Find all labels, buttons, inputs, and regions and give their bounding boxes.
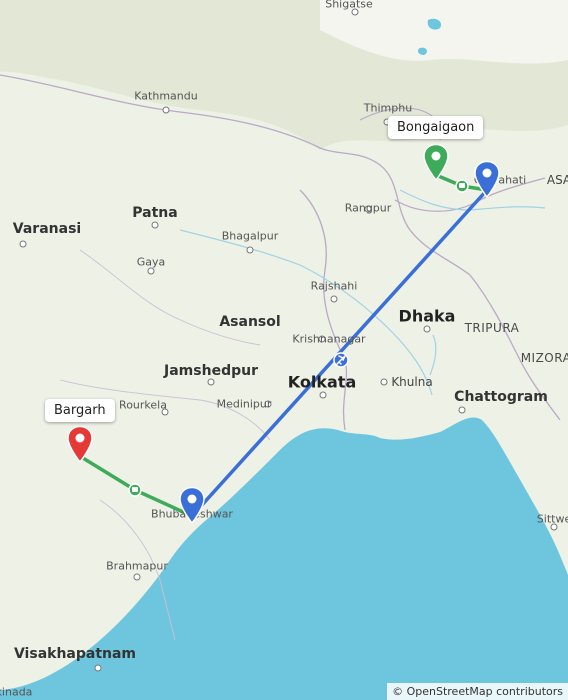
- destination-callout[interactable]: Bongaigaon: [388, 116, 484, 139]
- city-dot: [162, 106, 170, 114]
- map-pin-red-icon[interactable]: [66, 425, 94, 463]
- place-label-bhagalpur: Bhagalpur: [221, 229, 279, 243]
- region-label-mizoram: MIZORA: [520, 351, 568, 365]
- city-dot: [423, 325, 431, 333]
- place-label-kolkata: Kolkata: [287, 372, 357, 392]
- map-base-layer: [0, 0, 568, 700]
- airplane-icon[interactable]: [333, 352, 349, 368]
- city-dot: [151, 221, 159, 229]
- place-label-rajshahi: Rajshahi: [310, 279, 358, 293]
- place-label-thimphu: Thimphu: [363, 101, 413, 115]
- place-label-shigatse: Shigatse: [325, 0, 373, 11]
- place-label-asansol: Asansol: [219, 314, 281, 330]
- train-icon[interactable]: [455, 179, 469, 193]
- city-dot: [207, 378, 215, 386]
- place-label-medinipur: Medinipur: [216, 397, 272, 411]
- place-label-kakinada: kinada: [0, 685, 33, 699]
- state-border: [79, 249, 261, 346]
- train-icon[interactable]: [128, 483, 142, 497]
- place-label-jamshedpur: Jamshedpur: [164, 363, 258, 379]
- map-canvas[interactable]: Shigatse Kathmandu Thimphu Guwahati ASA …: [0, 0, 568, 700]
- city-dot: [19, 240, 27, 248]
- map-pin-blue-icon[interactable]: [178, 486, 206, 524]
- place-label-gaya: Gaya: [136, 255, 166, 269]
- city-dot: [319, 391, 327, 399]
- place-label-rourkela: Rourkela: [119, 398, 167, 412]
- place-label-krishnanagar: Krishnanagar: [292, 332, 366, 346]
- city-dot: [458, 406, 466, 414]
- place-label-rangpur: Rangpur: [344, 201, 392, 215]
- place-label-patna: Patna: [132, 205, 178, 221]
- city-dot: [330, 295, 338, 303]
- place-label-assam: ASA: [546, 173, 568, 187]
- city-dot: [147, 267, 155, 275]
- region-label-tripura: TRIPURA: [464, 321, 520, 335]
- place-label-kathmandu: Kathmandu: [134, 89, 198, 103]
- city-dot: [380, 378, 388, 386]
- place-label-brahmapur: Brahmapur: [106, 559, 168, 573]
- place-label-dhaka: Dhaka: [398, 306, 456, 326]
- river: [429, 334, 437, 376]
- map-pin-blue-icon[interactable]: [473, 160, 501, 198]
- map-pin-green-icon[interactable]: [422, 143, 450, 181]
- origin-callout[interactable]: Bargarh: [45, 399, 115, 422]
- city-dot: [94, 664, 102, 672]
- place-label-varanasi: Varanasi: [12, 221, 82, 237]
- place-label-sittwe: Sittwe: [536, 512, 568, 526]
- city-dot: [133, 573, 141, 581]
- map-attribution[interactable]: © OpenStreetMap contributors: [387, 683, 568, 700]
- place-label-visakhapatnam: Visakhapatnam: [13, 646, 137, 662]
- place-label-chattogram: Chattogram: [454, 389, 548, 405]
- city-dot: [246, 246, 254, 254]
- place-label-khulna: Khulna: [391, 375, 433, 389]
